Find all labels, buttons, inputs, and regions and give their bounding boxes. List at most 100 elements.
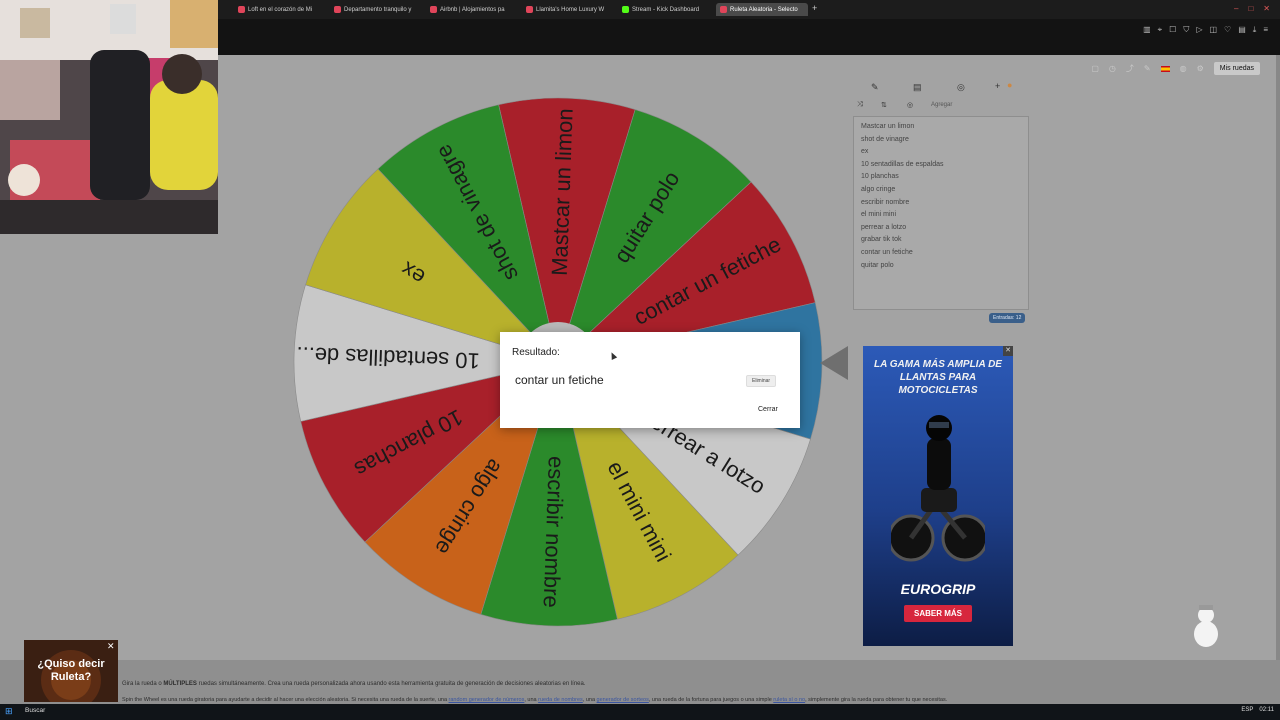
add-icon[interactable]: +	[995, 81, 1000, 91]
result-dialog: Resultado: contar un fetiche Eliminar Ce…	[500, 332, 800, 428]
tab-label: Loft en el corazón de Mi	[248, 6, 313, 13]
ad-banner[interactable]: LA GAMA MÁS AMPLIA DE LLANTAS PARA MOTOC…	[863, 346, 1013, 646]
tab-3[interactable]: Airbnb | Alojamientos pa	[430, 3, 514, 16]
close-window-icon[interactable]: ✕	[1263, 4, 1270, 13]
os-taskbar	[0, 704, 1280, 720]
ad-close-icon[interactable]: ✕	[1003, 346, 1013, 356]
open-icon[interactable]: ◷	[1109, 64, 1116, 73]
airbnb-icon	[238, 6, 245, 13]
link-name-wheel[interactable]: rueda de nombres	[538, 697, 583, 703]
dialog-result: contar un fetiche	[515, 373, 604, 387]
tab-5[interactable]: Stream - Kick Dashboard	[622, 3, 710, 16]
ad-cta-button[interactable]: SABER MÁS	[904, 605, 972, 622]
footer-text: , una rueda de la fortuna para juegos o …	[648, 697, 774, 703]
entry-item: 10 planchas	[861, 173, 899, 181]
wheel-segment-label: escribir nombre	[539, 456, 569, 608]
webcam-overlay	[0, 0, 218, 234]
tab-label: Ruleta Aleatoria - Selecto	[730, 6, 798, 13]
promo-popup[interactable]: ¿Quiso decir Ruleta?	[24, 640, 118, 702]
entry-item: quitar polo	[861, 261, 894, 269]
edit-icon[interactable]: ✎	[871, 82, 879, 93]
start-icon[interactable]: ⊞	[5, 706, 13, 717]
link-raffle-generator[interactable]: generador de sorteos	[597, 697, 649, 703]
tab-6-active[interactable]: Ruleta Aleatoria - Selecto	[716, 3, 808, 16]
pin-icon[interactable]: ⌖	[1158, 25, 1163, 35]
language-flag[interactable]	[1160, 65, 1170, 72]
page-scrollbar[interactable]	[1276, 55, 1280, 660]
color-icon[interactable]: ●	[1007, 80, 1012, 90]
entry-item: contar un fetiche	[861, 248, 913, 256]
footer-text: , una	[582, 697, 597, 703]
webcam-image	[0, 0, 218, 234]
minimize-icon[interactable]: –	[1234, 4, 1238, 13]
entries-list: Mastcar un limon shot de vinagre ex 10 sent…	[861, 121, 1021, 272]
motorcycle-image	[891, 415, 985, 562]
link-yes-no-wheel[interactable]: ruleta sí o no	[773, 697, 805, 703]
entry-item: shot de vinagre	[861, 135, 909, 143]
footer-text: ruedas simultáneamente. Crea una rueda p…	[196, 681, 586, 687]
results-icon[interactable]: ▤	[913, 82, 922, 93]
window-controls: – □ ✕	[1234, 4, 1270, 13]
footer-description: Gira la rueda o MÚLTIPLES ruedas simultá…	[122, 681, 586, 687]
my-wheels-button[interactable]: Mis ruedas	[1213, 62, 1260, 75]
maximize-icon[interactable]: □	[1248, 4, 1253, 13]
wheel-site-icon	[720, 6, 727, 13]
entries-toolbar: ✎ ▤ ◎ + ● ⤨ ⇅ ◎ Agregar	[853, 80, 1029, 116]
tab-2[interactable]: Departamento tranquilo y	[334, 3, 418, 16]
close-dialog-button[interactable]: Cerrar	[758, 406, 778, 413]
play-icon[interactable]: ▷	[1196, 25, 1202, 35]
browser-toolbar-icons: ▥ ⌖ ☐ ⛉ ▷ ◫ ♡ ▤ ⤓ ≡	[1143, 25, 1268, 35]
footer-bold: MÚLTIPLES	[163, 681, 197, 687]
wheel-pointer	[820, 346, 848, 380]
link-number-generator[interactable]: random generador de números	[449, 697, 525, 703]
tab-4[interactable]: Llamita's Home Luxury W	[526, 3, 610, 16]
taskbar-search[interactable]: Buscar	[25, 707, 45, 714]
shuffle-icon[interactable]: ⤨	[857, 101, 863, 109]
taskbar-time[interactable]: 02:11	[1259, 707, 1274, 713]
footer-text: , simplemente gira la rueda para obtener…	[805, 697, 948, 703]
entry-item: el mini mini	[861, 211, 897, 219]
entry-item: Mastcar un limon	[861, 123, 915, 130]
entries-textarea[interactable]: Mastcar un limon shot de vinagre ex 10 sent…	[853, 116, 1029, 310]
new-tab-icon[interactable]: +	[812, 3, 817, 13]
entry-item: algo cringe	[861, 185, 896, 193]
new-icon[interactable]: ▢	[1091, 64, 1099, 73]
tab-label: Stream - Kick Dashboard	[632, 6, 700, 13]
hide-icon[interactable]: ◎	[957, 82, 965, 93]
gallery-icon[interactable]: ◍	[1180, 64, 1187, 73]
camera-icon[interactable]: ◫	[1209, 25, 1217, 35]
taskbar-lang[interactable]: ESP	[1241, 707, 1253, 713]
design-icon[interactable]: ✎	[1144, 64, 1151, 73]
airbnb-icon	[334, 6, 341, 13]
entry-item: grabar tik tok	[861, 236, 902, 244]
entry-item: escribir nombre	[861, 198, 910, 206]
taskbar-tray: ESP 02:11	[1241, 707, 1274, 713]
tab-label: Llamita's Home Luxury W	[536, 6, 605, 13]
footer-text: Gira la rueda o	[122, 681, 164, 687]
dialog-title: Resultado:	[512, 347, 560, 358]
bookmark-icon[interactable]: ☐	[1169, 25, 1176, 35]
tab-1[interactable]: Loft en el corazón de Mi	[238, 3, 324, 16]
add-image-button[interactable]: Agregar	[931, 102, 952, 108]
download-icon[interactable]: ⤓	[1253, 25, 1257, 35]
footer-links-line: Spin the Wheel es una rueda giratoria pa…	[122, 697, 947, 703]
settings-icon[interactable]: ⚙	[1197, 64, 1204, 73]
heart-icon[interactable]: ♡	[1224, 25, 1231, 35]
tab-label: Departamento tranquilo y	[344, 6, 412, 13]
shield-icon[interactable]: ⛉	[1183, 25, 1189, 35]
share-icon[interactable]: ⤴	[1126, 63, 1134, 74]
entry-item: ex	[861, 148, 869, 156]
tab-label: Airbnb | Alojamientos pa	[440, 6, 505, 13]
entries-count-badge: Entradas: 12	[989, 313, 1026, 323]
ad-brand: EUROGRIP	[900, 581, 976, 597]
wallet-icon[interactable]: ▤	[1238, 25, 1246, 35]
sort-icon[interactable]: ⇅	[881, 101, 887, 109]
promo-text: ¿Quiso decir Ruleta?	[37, 658, 105, 683]
remove-button[interactable]: Eliminar	[746, 375, 777, 387]
menu-icon[interactable]: ≡	[1263, 25, 1268, 35]
promo-close-icon[interactable]: ✕	[107, 641, 115, 652]
mascot-icon[interactable]	[1189, 604, 1223, 650]
image-icon[interactable]: ◎	[907, 101, 913, 109]
sidebar-icon[interactable]: ▥	[1143, 25, 1151, 35]
airbnb-icon	[526, 6, 533, 13]
